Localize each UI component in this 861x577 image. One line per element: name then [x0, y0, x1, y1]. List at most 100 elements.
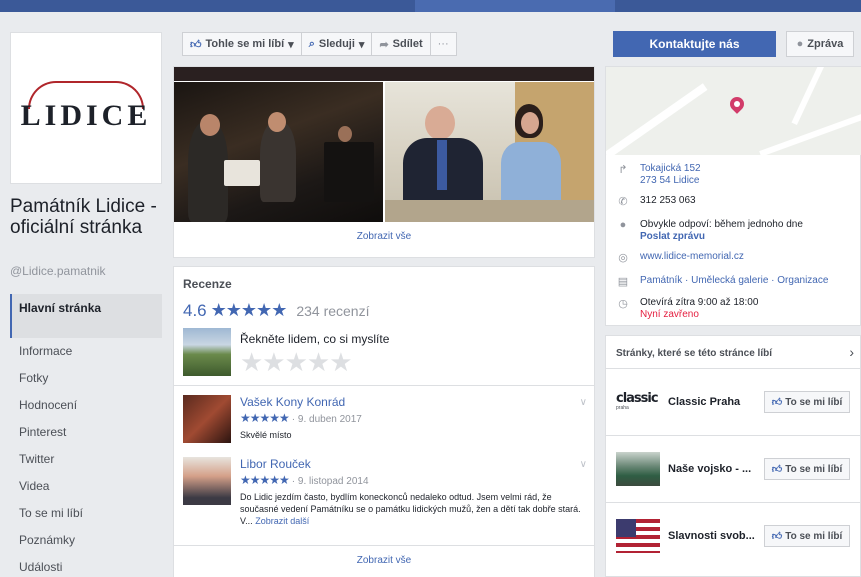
clock-icon: ◷: [618, 298, 628, 310]
review-stars: ★★★★★ · 9. listopad 2014: [240, 473, 369, 487]
photos-show-all-link[interactable]: Zobrazit vše: [174, 231, 594, 242]
website-row: ◎ www.lidice-memorial.cz: [616, 251, 744, 264]
follow-button[interactable]: ⌕ Sleduji ▾: [300, 32, 373, 56]
review-item: Vašek Kony Konrád ★★★★★ · 9. duben 2017 S…: [183, 395, 587, 447]
rating-value: 4.6: [183, 300, 207, 320]
logo-text: LIDICE: [20, 99, 152, 132]
chevron-down-icon[interactable]: ∨: [580, 397, 587, 408]
review-prompt: Řekněte lidem, co si myslíte: [240, 332, 390, 346]
review-text: Do Lidic jezdím často, bydlím koneckonců…: [240, 492, 581, 526]
phone-icon: ✆: [618, 196, 628, 208]
website-link[interactable]: www.lidice-memorial.cz: [640, 251, 744, 264]
reviews-card: Recenze 4.6 ★★★★★ 234 recenzí Řekněte li…: [173, 266, 595, 577]
liked-page-item: classic praha Classic Praha 👍︎ To se mi l…: [606, 368, 861, 434]
classic-praha-logo[interactable]: classic praha: [616, 385, 660, 419]
reviewer-name[interactable]: Libor Rouček: [240, 457, 311, 471]
response-time: Obvykle odpoví: během jednoho dne: [640, 219, 803, 230]
photos-card: Zobrazit vše: [173, 66, 595, 258]
nav-item-pinterest[interactable]: Pinterest: [10, 419, 162, 446]
rss-icon: ⌕: [308, 37, 315, 50]
chat-icon: ●: [796, 38, 804, 50]
address-row: ↱ Tokajická 152 273 54 Lidice: [616, 163, 701, 187]
thumbs-up-icon: 👍︎: [190, 38, 202, 51]
profile-picture[interactable]: LIDICE: [10, 32, 162, 184]
left-navigation: Hlavní stránka Informace Fotky Hodnocení…: [10, 294, 162, 577]
reviews-show-all-link[interactable]: Zobrazit vše: [174, 555, 594, 566]
more-options-button[interactable]: ···: [429, 32, 457, 56]
address-line-2[interactable]: 273 54 Lidice: [640, 175, 701, 187]
search-area[interactable]: [415, 0, 615, 12]
nav-item-events[interactable]: Události: [10, 554, 162, 577]
phone-row: ✆ 312 253 063: [616, 195, 696, 208]
message-button[interactable]: ● Zpráva: [786, 31, 854, 57]
see-more-link[interactable]: Zobrazit další: [255, 516, 309, 526]
like-page-button[interactable]: 👍︎ Tohle se mi líbí ▾: [182, 32, 302, 56]
page-action-bar: 👍︎ Tohle se mi líbí ▾ ⌕ Sleduji ▾ ➦ Sdíl…: [182, 32, 457, 56]
page-info-card: ↱ Tokajická 152 273 54 Lidice ✆ 312 253 0…: [605, 66, 861, 326]
divider: [174, 545, 594, 546]
opening-hours[interactable]: Otevírá zítra 9:00 až 18:00: [640, 297, 758, 309]
reviewer-name[interactable]: Vašek Kony Konrád: [240, 395, 345, 409]
liked-page-name[interactable]: Naše vojsko - ...: [668, 463, 762, 475]
liked-page-name[interactable]: Classic Praha: [668, 396, 762, 408]
location-map[interactable]: [606, 67, 861, 155]
reviews-title: Recenze: [183, 277, 232, 291]
review-stars: ★★★★★ · 9. duben 2017: [240, 411, 362, 425]
categories[interactable]: Památník · Umělecká galerie · Organizace: [640, 275, 828, 288]
like-page-button[interactable]: 👍︎ To se mi líbí: [764, 458, 850, 480]
photo-strip[interactable]: [174, 67, 594, 81]
photo-press-conference[interactable]: [385, 82, 594, 222]
nav-item-twitter[interactable]: Twitter: [10, 446, 162, 473]
liked-page-item: Slavnosti svob... 👍︎ To se mi líbí: [606, 502, 861, 568]
directions-icon: ↱: [618, 164, 628, 176]
rating-stars: ★★★★★: [210, 300, 288, 320]
chevron-right-icon[interactable]: ›: [849, 344, 854, 360]
nav-item-photos[interactable]: Fotky: [10, 365, 162, 392]
page-thumbnail[interactable]: [616, 452, 660, 486]
avatar[interactable]: [183, 457, 231, 505]
thumbs-up-icon: 👍︎: [771, 397, 783, 408]
review-text: Skvělé místo: [240, 430, 292, 440]
blue-bar: [0, 0, 861, 12]
open-status: Nyní zavřeno: [640, 309, 699, 320]
avatar[interactable]: [183, 395, 231, 443]
rate-stars-input[interactable]: ★★★★★: [240, 347, 353, 378]
review-item: Libor Rouček ★★★★★ · 9. listopad 2014 Do …: [183, 457, 587, 537]
page-thumbnail[interactable]: [616, 519, 660, 553]
address-line-1[interactable]: Tokajická 152: [640, 163, 701, 175]
review-count[interactable]: 234 recenzí: [296, 303, 369, 319]
globe-icon: ◎: [618, 252, 628, 264]
category-icon: ▤: [617, 276, 629, 288]
nav-item-reviews[interactable]: Hodnocení: [10, 392, 162, 419]
contact-us-button[interactable]: Kontaktujte nás: [613, 31, 776, 57]
hours-row: ◷ Otevírá zítra 9:00 až 18:00 Nyní zavřen…: [616, 297, 758, 321]
chevron-down-icon[interactable]: ∨: [580, 459, 587, 470]
caret-down-icon: ▾: [358, 38, 365, 51]
nav-item-videos[interactable]: Videa: [10, 473, 162, 500]
nav-item-home[interactable]: Hlavní stránka: [10, 294, 162, 338]
divider: [174, 385, 594, 386]
phone-number: 312 253 063: [640, 195, 696, 206]
liked-pages-title[interactable]: Stránky, které se této stránce líbí: [616, 348, 772, 359]
page-title: Památník Lidice - oficiální stránka: [10, 196, 157, 238]
like-page-button[interactable]: 👍︎ To se mi líbí: [764, 391, 850, 413]
share-button[interactable]: ➦ Sdílet: [371, 32, 431, 56]
thumbs-up-icon: 👍︎: [771, 531, 783, 542]
nav-item-info[interactable]: Informace: [10, 338, 162, 365]
nav-item-likes[interactable]: To se mi líbí: [10, 500, 162, 527]
like-page-button[interactable]: 👍︎ To se mi líbí: [764, 525, 850, 547]
share-icon: ➦: [379, 38, 389, 51]
review-date[interactable]: · 9. listopad 2014: [292, 476, 369, 487]
caret-down-icon: ▾: [288, 38, 294, 51]
photo-reading-event[interactable]: [174, 82, 383, 222]
map-pin-icon: [727, 94, 747, 114]
page-handle[interactable]: @Lidice.pamatnik: [10, 264, 106, 278]
review-date[interactable]: · 9. duben 2017: [292, 414, 362, 425]
nav-item-notes[interactable]: Poznámky: [10, 527, 162, 554]
liked-page-item: Naše vojsko - ... 👍︎ To se mi líbí: [606, 435, 861, 501]
thumbs-up-icon: 👍︎: [771, 464, 783, 475]
landscape-thumbnail: [183, 328, 231, 376]
send-message-link[interactable]: Poslat zprávu: [640, 231, 803, 243]
liked-page-name[interactable]: Slavnosti svob...: [668, 530, 762, 542]
category-row: ▤ Památník · Umělecká galerie · Organiza…: [616, 275, 829, 288]
